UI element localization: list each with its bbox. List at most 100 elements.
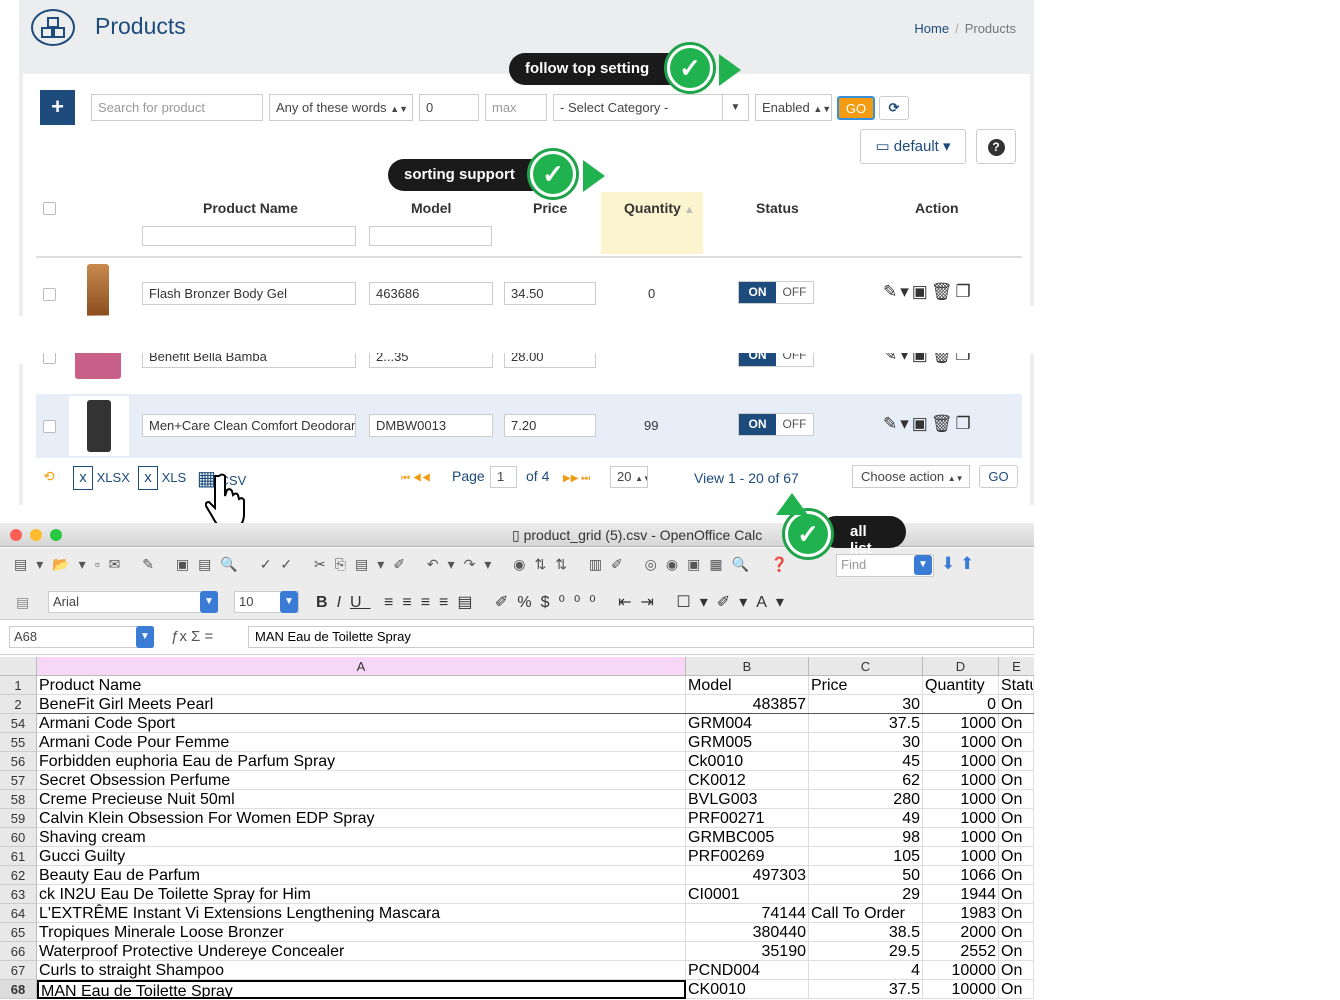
edit-icon[interactable]: ✎▾: [883, 414, 912, 433]
cell-c[interactable]: 62: [809, 771, 923, 790]
search-input[interactable]: Search for product: [91, 94, 263, 121]
cell-c[interactable]: 30: [809, 733, 923, 752]
row-header[interactable]: 63: [0, 885, 37, 904]
cell-e[interactable]: On: [999, 771, 1034, 790]
product-name-field[interactable]: Benefit Bella Bamba: [142, 353, 356, 368]
col-quantity[interactable]: Quantity ▲: [624, 200, 695, 216]
model-field[interactable]: 2...35: [369, 353, 493, 368]
cell-d[interactable]: 1000: [923, 752, 999, 771]
cell-c[interactable]: 38.5: [809, 923, 923, 942]
cell-d[interactable]: 1983: [923, 904, 999, 923]
minimize-window-button[interactable]: [30, 529, 42, 541]
cell-e[interactable]: On: [999, 790, 1034, 809]
cell-b[interactable]: 497303: [686, 866, 809, 885]
cell-a[interactable]: Curls to straight Shampoo: [37, 961, 686, 980]
cell-c[interactable]: 30: [809, 695, 923, 714]
cell-e[interactable]: On: [999, 942, 1034, 961]
cell-b[interactable]: BVLG003: [686, 790, 809, 809]
export-xls-button[interactable]: x XLS: [138, 466, 186, 490]
row-header[interactable]: 59: [0, 809, 37, 828]
cell-c[interactable]: 105: [809, 847, 923, 866]
cell-d[interactable]: 0: [923, 695, 999, 714]
name-box-dropdown-icon[interactable]: ▼: [136, 626, 154, 648]
row-checkbox[interactable]: [43, 420, 56, 433]
cell-d[interactable]: 1000: [923, 714, 999, 733]
model-field[interactable]: 463686: [369, 282, 493, 305]
close-window-button[interactable]: [10, 529, 22, 541]
match-mode-select[interactable]: Any of these words ▲▼: [269, 94, 413, 121]
cell-e[interactable]: On: [999, 961, 1034, 980]
product-name-field[interactable]: Flash Bronzer Body Gel: [142, 282, 356, 305]
cell-b[interactable]: PRF00269: [686, 847, 809, 866]
cell-c[interactable]: 37.5: [809, 980, 923, 999]
refresh-icon[interactable]: ⟳: [879, 96, 909, 120]
cell-d[interactable]: 1066: [923, 866, 999, 885]
toolbar-icons[interactable]: ▤▾📂▾▫✉ ✎ ▣▤🔍 ✓✓ ✂⎘▤▾✐ ↶▾↷▾ ◉⇅⇅ ▥✐ ◎◉▣▦🔍 …: [14, 556, 797, 573]
go-button[interactable]: GO: [837, 96, 875, 120]
row-header[interactable]: 55: [0, 733, 37, 752]
cell-b[interactable]: CK0010: [686, 980, 809, 999]
copy-icon[interactable]: ❐: [955, 282, 973, 301]
cell-b[interactable]: CI0001: [686, 885, 809, 904]
model-field[interactable]: DMBW0013: [369, 414, 493, 437]
row-header[interactable]: 1: [0, 676, 37, 695]
cell-a[interactable]: ck IN2U Eau De Toilette Spray for Him: [37, 885, 686, 904]
price-field[interactable]: 34.50: [504, 282, 596, 305]
column-header-a[interactable]: A: [37, 657, 686, 676]
max-input[interactable]: max: [485, 94, 547, 121]
cell-c[interactable]: Call To Order: [809, 904, 923, 923]
cell-e[interactable]: On: [999, 980, 1034, 999]
cell-c[interactable]: 37.5: [809, 714, 923, 733]
name-box[interactable]: A68: [9, 626, 154, 648]
size-dropdown-icon[interactable]: ▼: [280, 591, 298, 613]
row-header[interactable]: 60: [0, 828, 37, 847]
cell-a[interactable]: Armani Code Pour Femme: [37, 733, 686, 752]
row-header[interactable]: 68: [0, 980, 37, 999]
col-model[interactable]: Model: [411, 200, 451, 216]
cell-d[interactable]: 2552: [923, 942, 999, 961]
breadcrumb-home[interactable]: Home: [914, 21, 949, 36]
cell-a[interactable]: Creme Precieuse Nuit 50ml: [37, 790, 686, 809]
cell-d[interactable]: 10000: [923, 980, 999, 999]
cell-d[interactable]: 1000: [923, 809, 999, 828]
col-status[interactable]: Status: [756, 200, 799, 216]
find-next-icon[interactable]: ⬇ ⬆: [941, 554, 974, 574]
cell-b[interactable]: CK0012: [686, 771, 809, 790]
cell-b[interactable]: Ck0010: [686, 752, 809, 771]
row-header[interactable]: 64: [0, 904, 37, 923]
cell-e[interactable]: On: [999, 904, 1034, 923]
row-header[interactable]: 67: [0, 961, 37, 980]
function-wizard-icon[interactable]: ƒx Σ =: [171, 628, 213, 645]
cell-c[interactable]: 49: [809, 809, 923, 828]
cell-e[interactable]: On: [999, 733, 1034, 752]
cell-a[interactable]: Calvin Klein Obsession For Women EDP Spr…: [37, 809, 686, 828]
status-toggle[interactable]: ON OFF: [738, 353, 814, 367]
export-xlsx-button[interactable]: x XLSX: [73, 466, 130, 490]
first-page-icon[interactable]: ⏮ ◀◀: [401, 473, 431, 484]
view-select-button[interactable]: ▭ default ▾: [860, 129, 966, 164]
cell-e[interactable]: On: [999, 714, 1034, 733]
row-header[interactable]: 61: [0, 847, 37, 866]
row-header[interactable]: 2: [0, 695, 37, 714]
save-icon[interactable]: ▣: [912, 414, 931, 433]
status-select[interactable]: Enabled ▲▼: [755, 94, 832, 121]
trash-icon[interactable]: 🗑: [931, 282, 956, 301]
format-icons[interactable]: BIU ≡≡≡≡▤ ✐%$⁰⁰⁰ ⇤⇥ ☐▾✐▾A▾: [316, 592, 793, 612]
cell-a[interactable]: Forbidden euphoria Eau de Parfum Spray: [37, 752, 686, 771]
cell-e[interactable]: On: [999, 809, 1034, 828]
cell-d[interactable]: 2000: [923, 923, 999, 942]
cell-d[interactable]: 1000: [923, 847, 999, 866]
cell-c[interactable]: 29.5: [809, 942, 923, 961]
action-go-button[interactable]: GO: [979, 465, 1018, 488]
product-thumbnail[interactable]: [75, 353, 121, 379]
status-toggle[interactable]: ON OFF: [738, 413, 814, 436]
col-price[interactable]: Price: [533, 200, 567, 216]
cell-d[interactable]: 1000: [923, 771, 999, 790]
cell-a[interactable]: Beauty Eau de Parfum: [37, 866, 686, 885]
cell-d[interactable]: 10000: [923, 961, 999, 980]
cell-b[interactable]: 380440: [686, 923, 809, 942]
product-name-field[interactable]: Men+Care Clean Comfort Deodorant: [142, 414, 356, 437]
cell-a[interactable]: L'EXTRÊME Instant Vi Extensions Lengthen…: [37, 904, 686, 923]
col-product-name[interactable]: Product Name: [203, 200, 298, 216]
row-header[interactable]: 65: [0, 923, 37, 942]
